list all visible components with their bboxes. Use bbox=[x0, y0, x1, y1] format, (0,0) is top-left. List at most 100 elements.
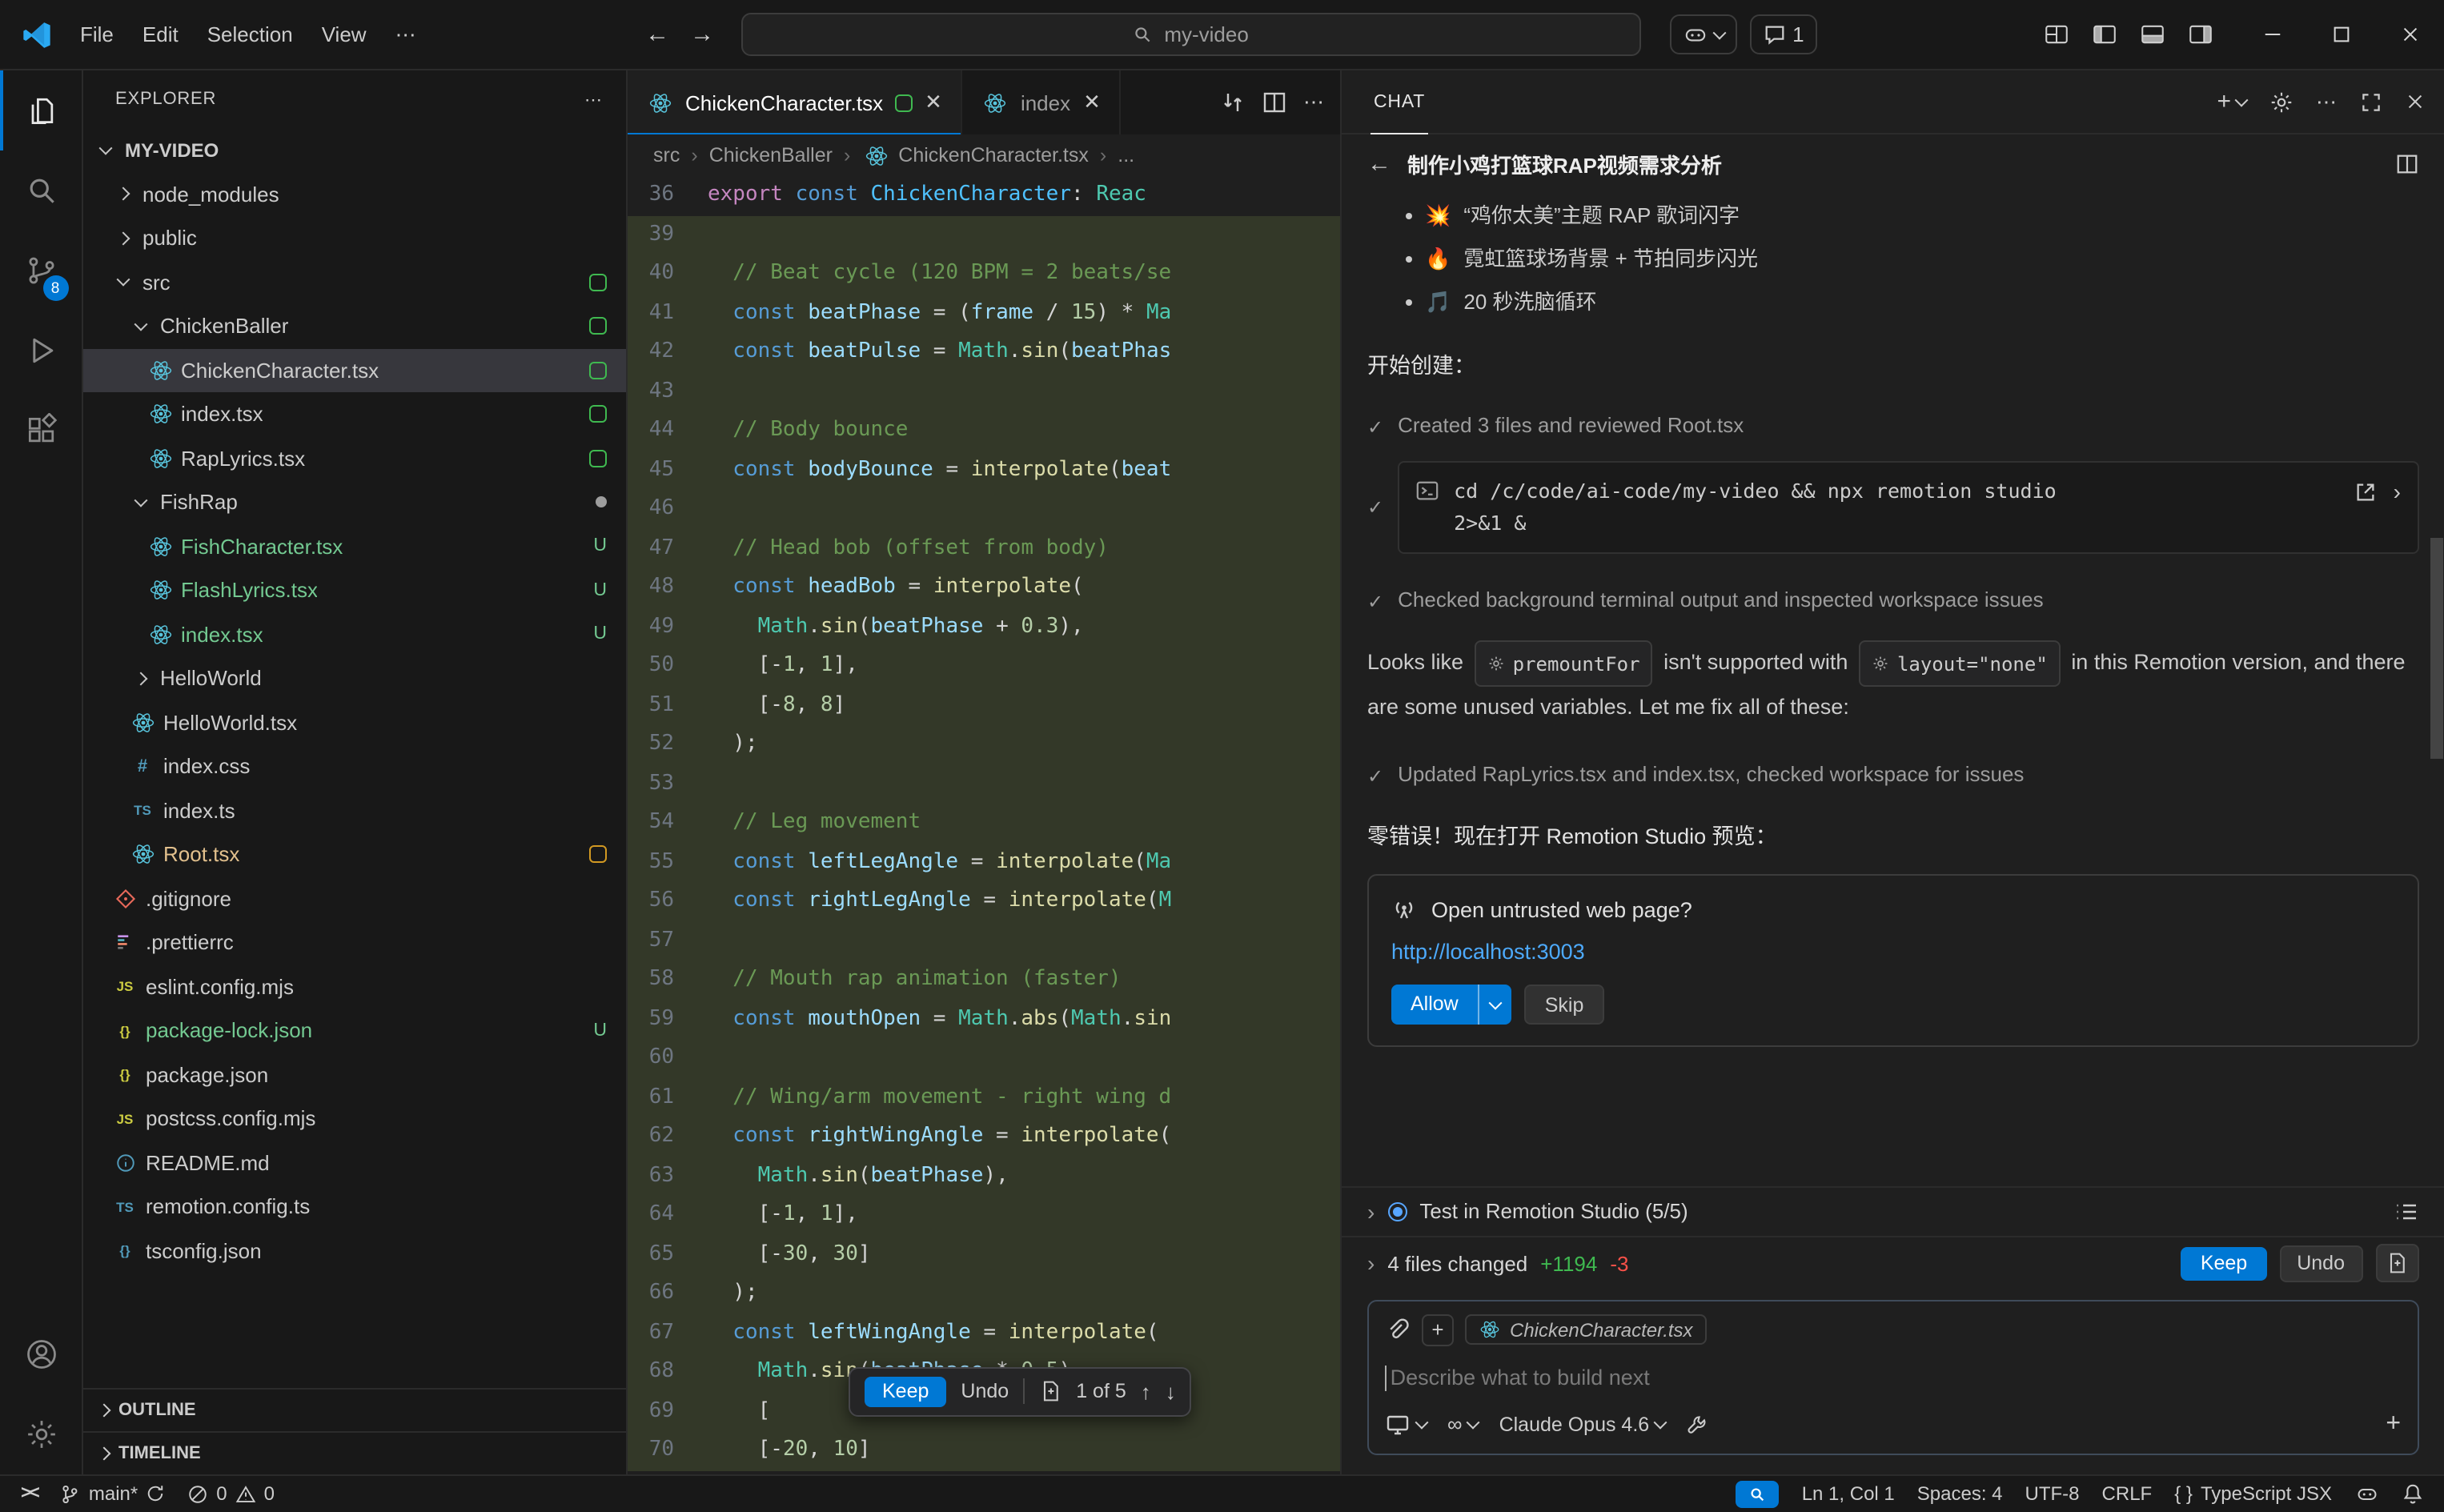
folder-src[interactable]: src bbox=[83, 260, 626, 304]
breadcrumb-item[interactable]: ChickenCharacter.tsx bbox=[861, 143, 1089, 167]
timeline-section[interactable]: TIMELINE bbox=[83, 1430, 626, 1474]
account-icon[interactable] bbox=[0, 1313, 82, 1394]
previous-change-icon[interactable]: ↑ bbox=[1141, 1379, 1151, 1403]
code-line[interactable]: 53 bbox=[628, 764, 1340, 804]
symbol-chip[interactable]: layout="none" bbox=[1859, 640, 2061, 687]
open-file-icon[interactable] bbox=[1039, 1380, 1061, 1402]
explorer-more-button[interactable]: ⋯ bbox=[584, 89, 604, 110]
code-line[interactable]: 43 bbox=[628, 372, 1340, 411]
close-chat-icon[interactable] bbox=[2404, 91, 2425, 112]
file-remotion.config.ts[interactable]: TSremotion.config.ts bbox=[83, 1185, 626, 1229]
chat-settings-gear-icon[interactable] bbox=[2268, 89, 2294, 114]
code-line[interactable]: 57 bbox=[628, 921, 1340, 961]
code-line[interactable]: 42 const beatPulse = Math.sin(beatPhas bbox=[628, 333, 1340, 372]
file-Root.tsx[interactable]: Root.tsx bbox=[83, 832, 626, 876]
symbol-chip[interactable]: premountFor bbox=[1475, 640, 1653, 687]
tools-icon[interactable] bbox=[1686, 1413, 1708, 1435]
file-RapLyrics.tsx[interactable]: RapLyrics.tsx bbox=[83, 436, 626, 480]
menu-edit[interactable]: Edit bbox=[128, 13, 193, 56]
expand-chat-icon[interactable] bbox=[2359, 90, 2382, 113]
file-.prettierrc[interactable]: .prettierrc bbox=[83, 920, 626, 965]
todo-list-icon[interactable] bbox=[2393, 1198, 2418, 1224]
code-line[interactable]: 66 ); bbox=[628, 1274, 1340, 1313]
code-line[interactable]: 61 // Wing/arm movement - right wing d bbox=[628, 1078, 1340, 1117]
remote-indicator[interactable]: >< bbox=[10, 1476, 49, 1511]
keep-all-button[interactable]: Keep bbox=[2181, 1246, 2266, 1280]
undo-all-button[interactable]: Undo bbox=[2279, 1245, 2362, 1281]
file-index.tsx[interactable]: index.tsxU bbox=[83, 612, 626, 656]
problems-item[interactable]: 0 0 bbox=[176, 1476, 286, 1511]
code-line[interactable]: 48 const headBob = interpolate( bbox=[628, 568, 1340, 608]
folder-MY-VIDEO[interactable]: MY-VIDEO bbox=[83, 128, 626, 172]
file-FlashLyrics.tsx[interactable]: FlashLyrics.tsxU bbox=[83, 568, 626, 612]
folder-FishRap[interactable]: FishRap bbox=[83, 480, 626, 524]
code-line[interactable]: 70 [-20, 10] bbox=[628, 1431, 1340, 1470]
folder-node_modules[interactable]: node_modules bbox=[83, 172, 626, 216]
file-ChickenCharacter.tsx[interactable]: ChickenCharacter.tsx bbox=[83, 348, 626, 392]
source-control-icon[interactable]: 8 bbox=[0, 231, 82, 311]
folder-ChickenBaller[interactable]: ChickenBaller bbox=[83, 304, 626, 348]
menu-view[interactable]: View bbox=[307, 13, 381, 56]
next-change-icon[interactable]: ↓ bbox=[1166, 1379, 1176, 1403]
chat-toggle-button[interactable]: 1 bbox=[1749, 14, 1816, 54]
code-line[interactable]: 64 [-1, 1], bbox=[628, 1196, 1340, 1235]
chat-back-button[interactable]: ← bbox=[1367, 150, 1391, 177]
code-line[interactable]: 58 // Mouth rap animation (faster) bbox=[628, 961, 1340, 1000]
session-target-dropdown[interactable] bbox=[1385, 1411, 1427, 1437]
allow-dropdown[interactable] bbox=[1478, 985, 1511, 1025]
insert-into-terminal-icon[interactable] bbox=[2354, 479, 2378, 503]
add-context-button[interactable]: + bbox=[1422, 1313, 1454, 1346]
eol-setting[interactable]: CRLF bbox=[2091, 1476, 2164, 1511]
chat-scrollbar[interactable] bbox=[2430, 538, 2442, 759]
code-line[interactable]: 55 const leftLegAngle = interpolate(Ma bbox=[628, 843, 1340, 882]
more-actions-icon[interactable]: ⋯ bbox=[1303, 90, 1324, 115]
code-line[interactable]: 41 const beatPhase = (frame / 15) * Ma bbox=[628, 294, 1340, 333]
cursor-position[interactable]: Ln 1, Col 1 bbox=[1791, 1476, 1906, 1511]
view-changed-files-button[interactable] bbox=[2375, 1244, 2418, 1282]
menu-file[interactable]: File bbox=[66, 13, 128, 56]
split-editor-icon[interactable] bbox=[1262, 90, 1287, 115]
file-FishCharacter.tsx[interactable]: FishCharacter.tsxU bbox=[83, 524, 626, 568]
code-line[interactable]: 44 // Body bounce bbox=[628, 411, 1340, 451]
code-line[interactable]: 52 ); bbox=[628, 725, 1340, 764]
attach-context-icon[interactable] bbox=[1385, 1317, 1411, 1342]
encoding-setting[interactable]: UTF-8 bbox=[2014, 1476, 2091, 1511]
skip-button[interactable]: Skip bbox=[1524, 985, 1605, 1025]
folder-public[interactable]: public bbox=[83, 216, 626, 260]
new-chat-button[interactable]: + bbox=[2217, 88, 2245, 115]
breadcrumb-item[interactable]: ... bbox=[1118, 144, 1134, 166]
code-line[interactable]: 45 const bodyBounce = interpolate(beat bbox=[628, 451, 1340, 490]
file-.gitignore[interactable]: .gitignore bbox=[83, 876, 626, 920]
todo-list-row[interactable]: › Test in Remotion Studio (5/5) bbox=[1342, 1185, 2444, 1235]
file-eslint.config.mjs[interactable]: JSeslint.config.mjs bbox=[83, 965, 626, 1009]
file-tsconfig.json[interactable]: {}tsconfig.json bbox=[83, 1229, 626, 1273]
agent-mode-dropdown[interactable]: ∞ bbox=[1447, 1412, 1479, 1436]
code-line[interactable]: 51 [-8, 8] bbox=[628, 686, 1340, 725]
file-HelloWorld.tsx[interactable]: HelloWorld.tsx bbox=[83, 700, 626, 744]
folder-HelloWorld[interactable]: HelloWorld bbox=[83, 656, 626, 700]
menu-selection[interactable]: Selection bbox=[193, 13, 307, 56]
chat-input-field[interactable]: Describe what to build next bbox=[1385, 1360, 2401, 1395]
maximize-button[interactable] bbox=[2306, 0, 2375, 70]
extensions-icon[interactable] bbox=[0, 391, 82, 471]
run-debug-icon[interactable] bbox=[0, 311, 82, 391]
code-line[interactable]: 47 // Head bob (offset from body) bbox=[628, 529, 1340, 568]
breadcrumb-item[interactable]: src bbox=[653, 144, 680, 166]
chat-more-icon[interactable]: ⋯ bbox=[2316, 89, 2337, 114]
copilot-button[interactable] bbox=[1669, 14, 1736, 54]
code-line[interactable]: 39 bbox=[628, 215, 1340, 255]
code-line[interactable]: 56 const rightLegAngle = interpolate(M bbox=[628, 882, 1340, 921]
explorer-icon[interactable] bbox=[0, 70, 82, 150]
code-line[interactable]: 59 const mouthOpen = Math.abs(Math.sin bbox=[628, 1000, 1340, 1039]
back-button[interactable]: ← bbox=[635, 14, 680, 55]
chat-tab[interactable]: CHAT bbox=[1370, 71, 1428, 134]
tab-chickencharacter[interactable]: ChickenCharacter.tsx ✕ bbox=[628, 70, 963, 134]
indentation-setting[interactable]: Spaces: 4 bbox=[1906, 1476, 2014, 1511]
context-file-chip[interactable]: ChickenCharacter.tsx bbox=[1465, 1314, 1708, 1345]
code-line[interactable]: 63 Math.sin(beatPhase), bbox=[628, 1157, 1340, 1196]
close-button[interactable] bbox=[2375, 0, 2444, 70]
code-line[interactable]: 50 [-1, 1], bbox=[628, 647, 1340, 686]
code-line[interactable]: 40 // Beat cycle (120 BPM = 2 beats/se bbox=[628, 255, 1340, 294]
code-line[interactable]: 60 bbox=[628, 1039, 1340, 1078]
tab-index[interactable]: index ✕ bbox=[963, 70, 1122, 134]
